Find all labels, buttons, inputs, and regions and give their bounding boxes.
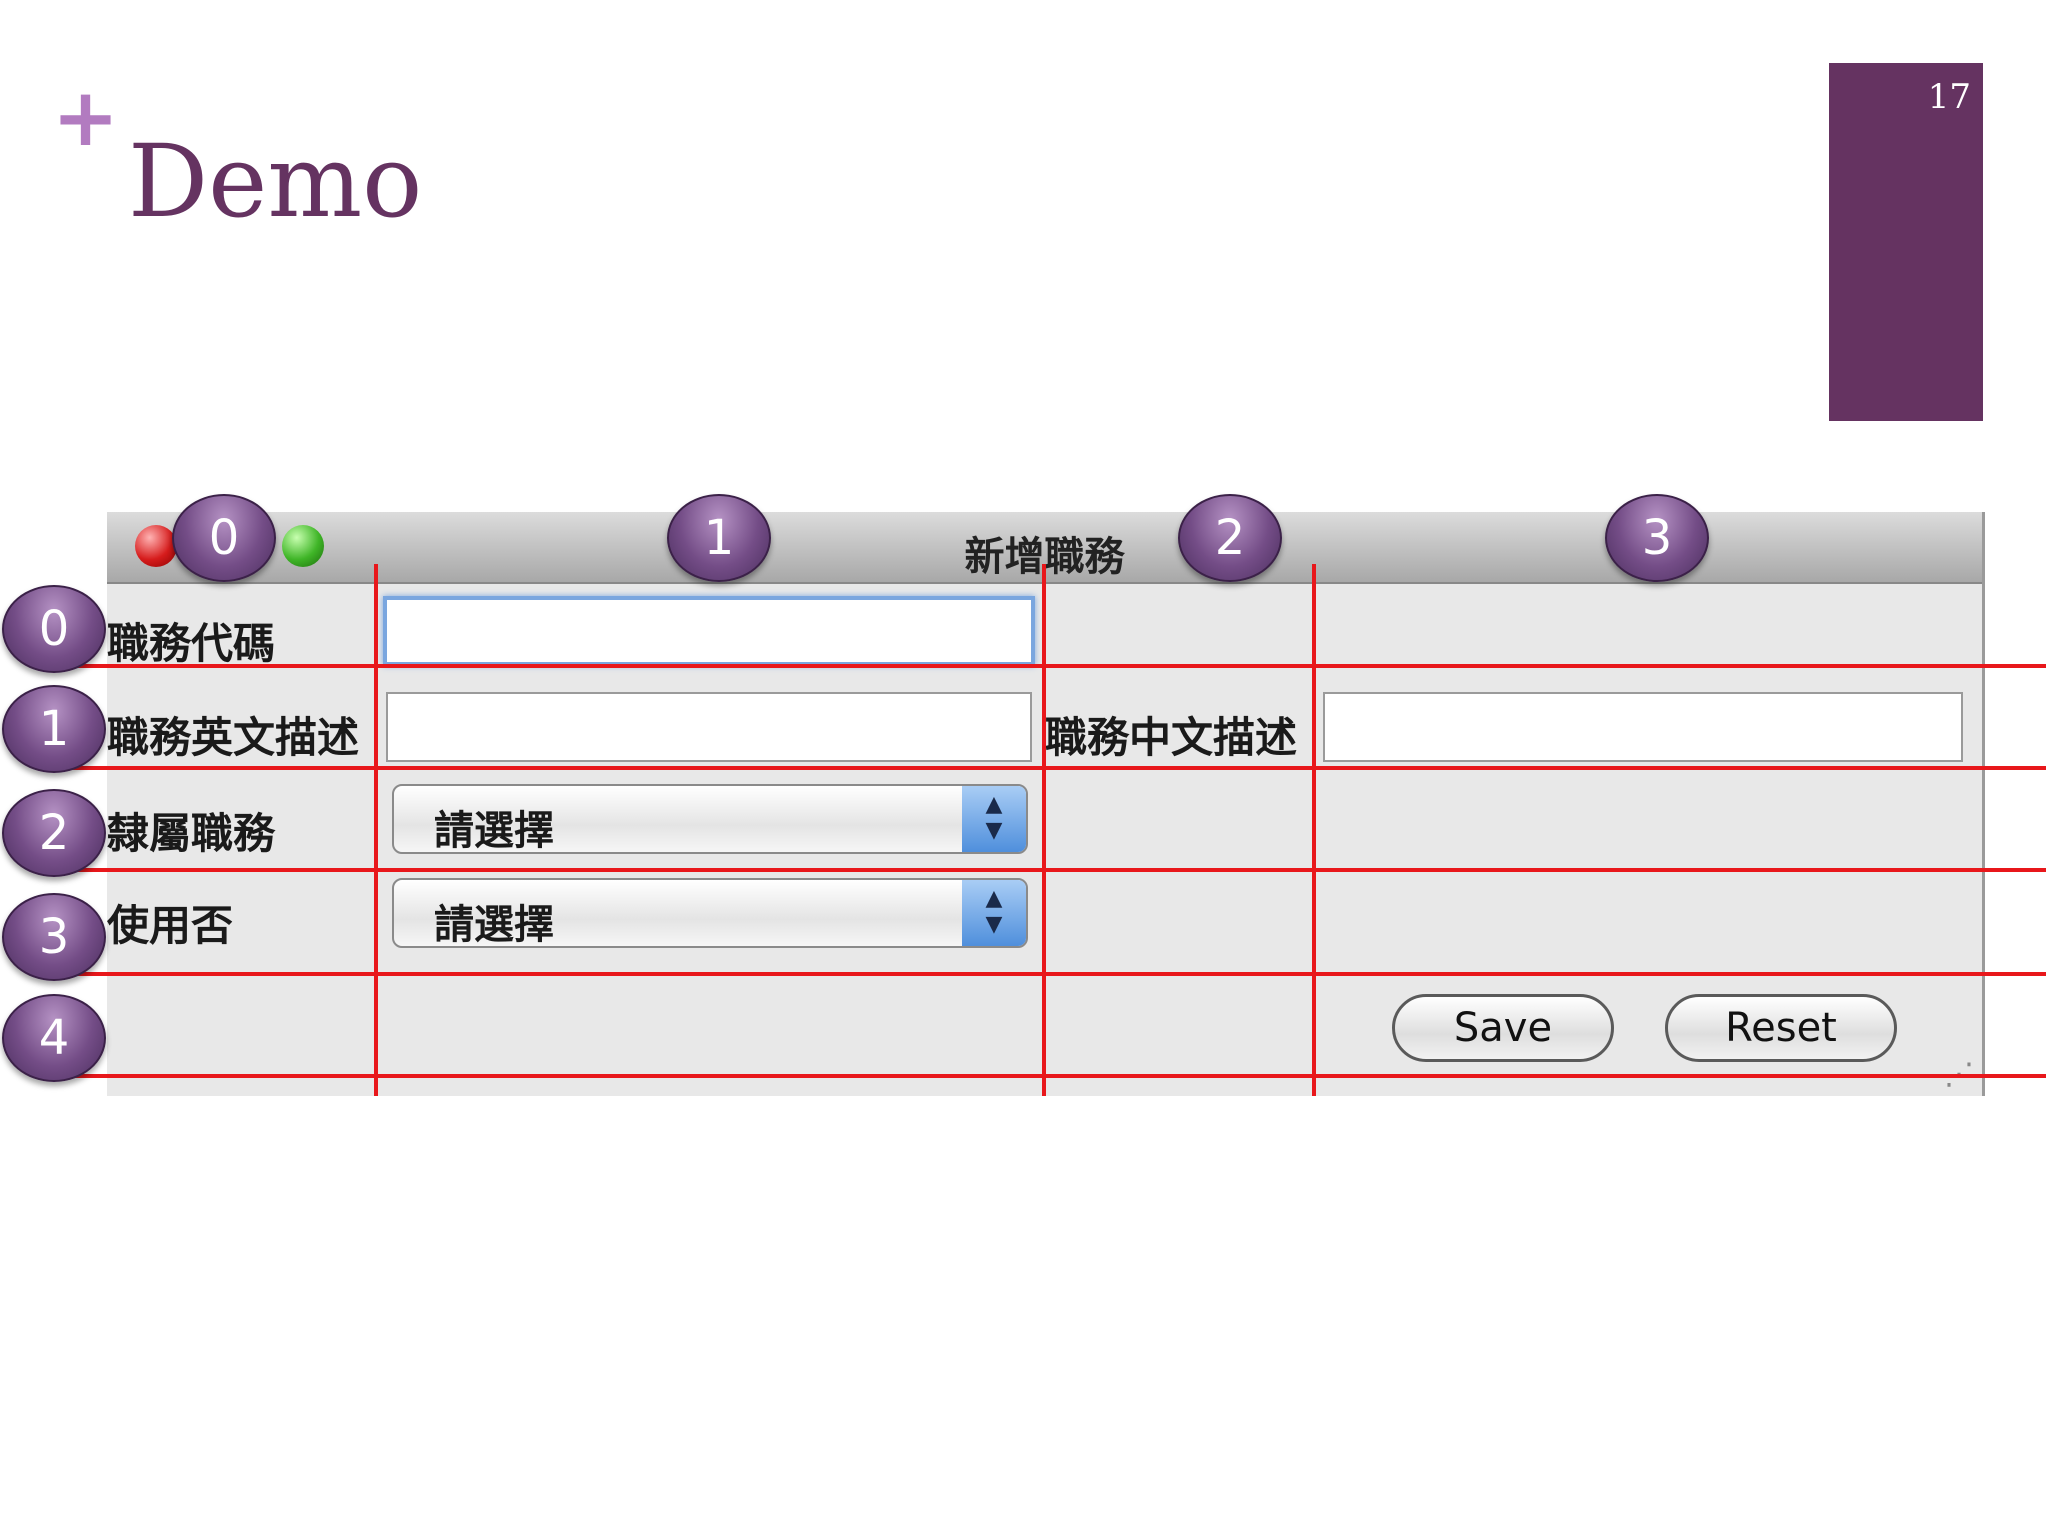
grid-column-line	[1042, 564, 1046, 1096]
column-marker: 2	[1178, 494, 1282, 582]
dialog-window: 新增職務 職務代碼 職務英文描述 職務中文描述 隸屬職務 請選擇 ▲ ▼ 使用否 …	[107, 512, 1985, 1096]
in-use-selected: 請選擇	[434, 902, 554, 948]
job-desc-zh-label: 職務中文描述	[1045, 713, 1298, 762]
job-desc-en-label: 職務英文描述	[107, 713, 360, 762]
up-down-arrows-icon: ▲ ▼	[962, 880, 1026, 946]
row-marker: 1	[2, 685, 106, 773]
parent-job-label: 隸屬職務	[107, 809, 276, 858]
slide-title: Demo	[128, 123, 423, 240]
parent-job-select[interactable]: 請選擇 ▲ ▼	[392, 784, 1028, 854]
row-marker: 0	[2, 585, 106, 673]
column-marker: 0	[172, 494, 276, 582]
row-marker: 4	[2, 994, 106, 1082]
job-desc-zh-input[interactable]	[1323, 692, 1963, 762]
in-use-select[interactable]: 請選擇 ▲ ▼	[392, 878, 1028, 948]
page-number: 17	[1927, 77, 1971, 117]
job-code-input[interactable]	[383, 596, 1035, 666]
reset-button[interactable]: Reset	[1665, 994, 1897, 1062]
grid-row-line	[68, 766, 2046, 770]
plus-icon: +	[52, 71, 120, 164]
grid-column-line	[1312, 564, 1316, 1096]
row-marker: 3	[2, 893, 106, 981]
job-desc-en-input[interactable]	[386, 692, 1032, 762]
grid-row-line	[68, 972, 2046, 976]
column-marker: 1	[667, 494, 771, 582]
grid-row-line	[68, 664, 2046, 668]
up-down-arrows-icon: ▲ ▼	[962, 786, 1026, 852]
column-marker: 3	[1605, 494, 1709, 582]
save-button[interactable]: Save	[1392, 994, 1614, 1062]
grid-row-line	[68, 868, 2046, 872]
job-code-label: 職務代碼	[107, 619, 276, 668]
grid-row-line	[68, 1074, 2046, 1078]
row-marker: 2	[2, 789, 106, 877]
parent-job-selected: 請選擇	[434, 808, 554, 854]
in-use-label: 使用否	[107, 901, 234, 950]
page-number-box: 17	[1829, 63, 1983, 421]
grid-column-line	[374, 564, 378, 1096]
